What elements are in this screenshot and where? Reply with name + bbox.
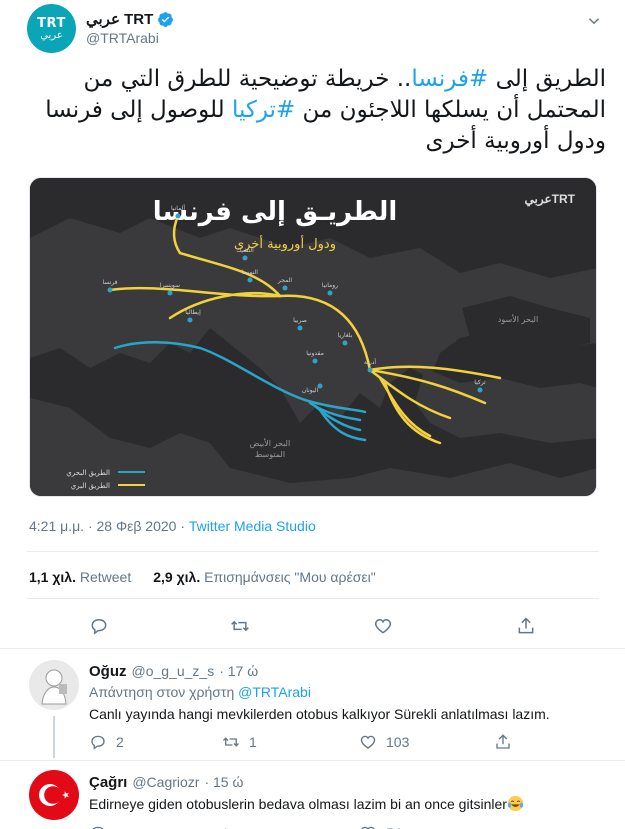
heart-icon (374, 618, 392, 634)
author-name-row[interactable]: عربي TRT (86, 10, 174, 28)
reply-actions: 54 (89, 824, 529, 829)
heart-icon (361, 826, 375, 829)
reply-icon (91, 618, 107, 635)
retweet-button[interactable] (229, 615, 251, 637)
divider (0, 760, 625, 761)
share-icon (496, 734, 510, 749)
reply-text: Edirneye giden otobuslerin bedava olması… (89, 796, 507, 812)
source-link[interactable]: Twitter Media Studio (189, 518, 316, 534)
reply-button[interactable] (89, 824, 107, 829)
divider (27, 551, 599, 552)
reply-button[interactable] (88, 615, 110, 637)
hashtag-link[interactable]: #تركيا (232, 97, 295, 123)
retweets-count: 1,1 χιλ. (29, 569, 76, 585)
legend-land-label: الطريق البري (71, 482, 110, 490)
sea-label-black: البحر الأسود (498, 314, 538, 324)
like-button[interactable] (372, 615, 394, 637)
like-button[interactable]: 103 (359, 733, 409, 751)
thread-line (53, 716, 55, 758)
like-count: 103 (386, 734, 410, 750)
replying-to: Απάντηση στον χρήστη @TRTArabi (89, 684, 311, 700)
like-count: 54 (386, 825, 402, 829)
tweet-text-part: الطريق إلى (488, 66, 606, 92)
reply-author-row[interactable]: Oğuz @o_g_u_z_s · 17 ώ (89, 663, 258, 680)
like-button[interactable]: 54 (359, 824, 402, 829)
retweets-stat[interactable]: 1,1 χιλ. Retweet (29, 569, 131, 585)
reply-count: 2 (116, 734, 124, 750)
reply-icon (91, 735, 105, 750)
reply-text-wrap: Edirneye giden otobuslerin bedava olması… (89, 795, 524, 812)
reply-author-handle[interactable]: @Cagriozr (132, 774, 199, 790)
legend-sea-label: الطريق البحري (66, 469, 110, 477)
refugee-route-map: الطريـق إلى فرنسا ودول أوروبية أخرى عربي… (30, 178, 596, 496)
retweet-icon (231, 620, 249, 632)
likes-label: Επισημάνσεις "Μου αρέσει" (204, 569, 376, 585)
avatar[interactable] (29, 770, 79, 820)
tweet-meta: 4:21 μ.μ. · 28 Φεβ 2020 · Twitter Media … (29, 518, 316, 534)
map-label: ألمانيا (171, 204, 185, 212)
reply-author-name[interactable]: Çağrı (89, 774, 127, 791)
heart-icon (360, 735, 376, 749)
sea-label-med: البحر الأبيض (250, 438, 290, 448)
avatar-logo-text: TRT (37, 15, 66, 31)
share-icon (518, 617, 534, 634)
retweet-icon (225, 828, 227, 829)
map-label: المجر (277, 277, 292, 284)
retweet-icon (223, 737, 239, 747)
tweet-actions (0, 612, 625, 642)
reply-icon (92, 826, 104, 829)
author-handle[interactable]: @TRTArabi (86, 30, 159, 46)
map-label: رومانيا (322, 282, 338, 289)
map-label: إيطاليا (185, 309, 201, 316)
likes-count: 2,9 χιλ. (153, 569, 201, 585)
map-label: التشيك (236, 247, 254, 254)
map-label: أدرنة (364, 358, 376, 366)
tweet-media-map[interactable]: الطريـق إلى فرنسا ودول أوروبية أخرى عربي… (29, 177, 597, 497)
avatar[interactable]: TRT عربي (27, 4, 76, 53)
display-name[interactable]: عربي TRT (86, 10, 153, 28)
brand-watermark: عربيTRT (525, 192, 576, 207)
reply-author-row[interactable]: Çağrı @Cagriozr · 15 ώ (89, 774, 243, 791)
avatar-logo-arabic: عربي (40, 29, 63, 41)
map-label: صربيا (293, 317, 307, 324)
reply-button[interactable]: 2 (89, 733, 124, 751)
reply-author-handle[interactable]: @o_g_u_z_s (132, 663, 215, 679)
share-button[interactable] (515, 615, 537, 637)
map-label: سويسرا (160, 282, 180, 289)
chevron-down-icon[interactable] (585, 12, 603, 30)
reply-time[interactable]: · 17 ώ (219, 663, 258, 679)
retweet-button[interactable] (222, 824, 240, 829)
verified-badge-icon (158, 11, 174, 27)
map-label: مقدونيا (306, 350, 324, 357)
map-label: فرنسا (102, 279, 117, 286)
tweet-stats: 1,1 χιλ. Retweet 2,9 χιλ. Επισημάνσεις "… (29, 569, 376, 585)
tweet-header: TRT عربي عربي TRT @TRTArabi (27, 4, 617, 54)
replying-to-link[interactable]: @TRTArabi (238, 684, 311, 700)
reply-actions: 2 1 103 (89, 733, 529, 755)
map-label: النمسا (242, 269, 258, 276)
likes-stat[interactable]: 2,9 χιλ. Επισημάνσεις "Μου αρέσει" (153, 569, 375, 585)
retweet-button[interactable]: 1 (222, 733, 257, 751)
sea-label-med: المتوسط (255, 450, 285, 459)
retweets-label: Retweet (79, 569, 132, 585)
map-label: اليونان (302, 387, 319, 394)
replying-to-label: Απάντηση στον χρήστη (89, 684, 239, 700)
avatar[interactable] (29, 660, 79, 710)
retweet-count: 1 (249, 734, 257, 750)
tears-of-joy-emoji-icon (507, 795, 524, 812)
map-label: بلغاريا (338, 332, 353, 339)
divider (0, 648, 625, 649)
reply-text: Canlı yayında hangi mevkilerden otobus k… (89, 706, 550, 722)
map-title: الطريـق إلى فرنسا (153, 197, 398, 227)
tweet-text: الطريق إلى #فرنسا.. خريطة توضيحية للطرق … (26, 64, 606, 157)
timestamp[interactable]: 4:21 μ.μ. · 28 Φεβ 2020 · (29, 518, 189, 534)
map-label: تركيا (474, 379, 486, 386)
reply-time[interactable]: · 15 ώ (204, 774, 243, 790)
hashtag-link[interactable]: #فرنسا (411, 66, 488, 92)
share-button[interactable] (494, 733, 512, 751)
divider (27, 598, 599, 599)
reply-author-name[interactable]: Oğuz (89, 663, 127, 680)
